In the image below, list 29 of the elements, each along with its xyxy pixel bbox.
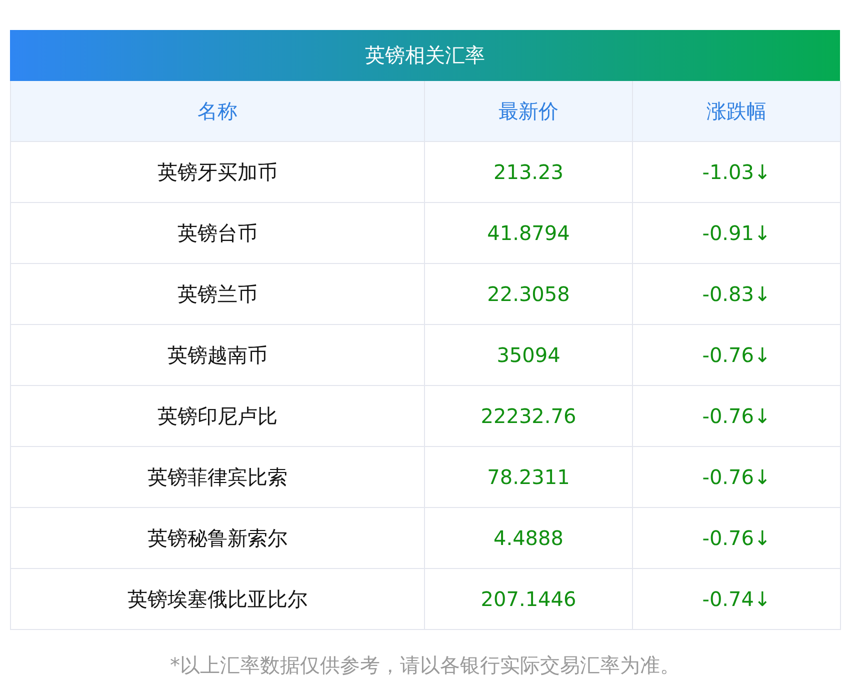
- currency-name: 英镑台币: [178, 220, 258, 246]
- change-value: -0.76↓: [702, 526, 771, 550]
- currency-name: 英镑兰币: [178, 280, 258, 308]
- currency-name: 英镑埃塞俄比亚比尔: [128, 586, 308, 612]
- footnote: *以上汇率数据仅供参考，请以各银行实际交易汇率为准。: [169, 652, 681, 679]
- price-value: 213.23: [494, 160, 564, 184]
- currency-name: 英镑菲律宾比索: [148, 464, 288, 490]
- change-value: -0.76↓: [702, 465, 771, 489]
- column-header: 涨跌幅: [706, 98, 766, 124]
- price-value: 4.4888: [494, 526, 564, 550]
- change-value: -0.74↓: [702, 587, 771, 611]
- change-value: -0.76↓: [702, 404, 771, 428]
- table-title: 英镑相关汇率: [10, 30, 840, 81]
- currency-name: 英镑印尼卢比: [158, 402, 278, 430]
- price-value: 207.1446: [480, 587, 576, 611]
- change-value: -0.76↓: [702, 343, 771, 367]
- column-header: 最新价: [498, 98, 558, 124]
- change-value: -0.83↓: [702, 282, 771, 306]
- price-value: 78.2311: [487, 465, 570, 489]
- price-value: 22.3058: [487, 282, 570, 306]
- currency-name: 英镑秘鲁新索尔: [148, 524, 288, 552]
- column-header: 名称: [198, 98, 238, 124]
- currency-name: 英镑越南币: [168, 342, 268, 368]
- change-value: -0.91↓: [702, 221, 771, 245]
- change-value: -1.03↓: [702, 160, 771, 184]
- currency-name: 英镑牙买加币: [158, 158, 278, 186]
- price-value: 22232.76: [480, 404, 576, 428]
- price-value: 41.8794: [487, 221, 570, 245]
- price-value: 35094: [496, 343, 560, 367]
